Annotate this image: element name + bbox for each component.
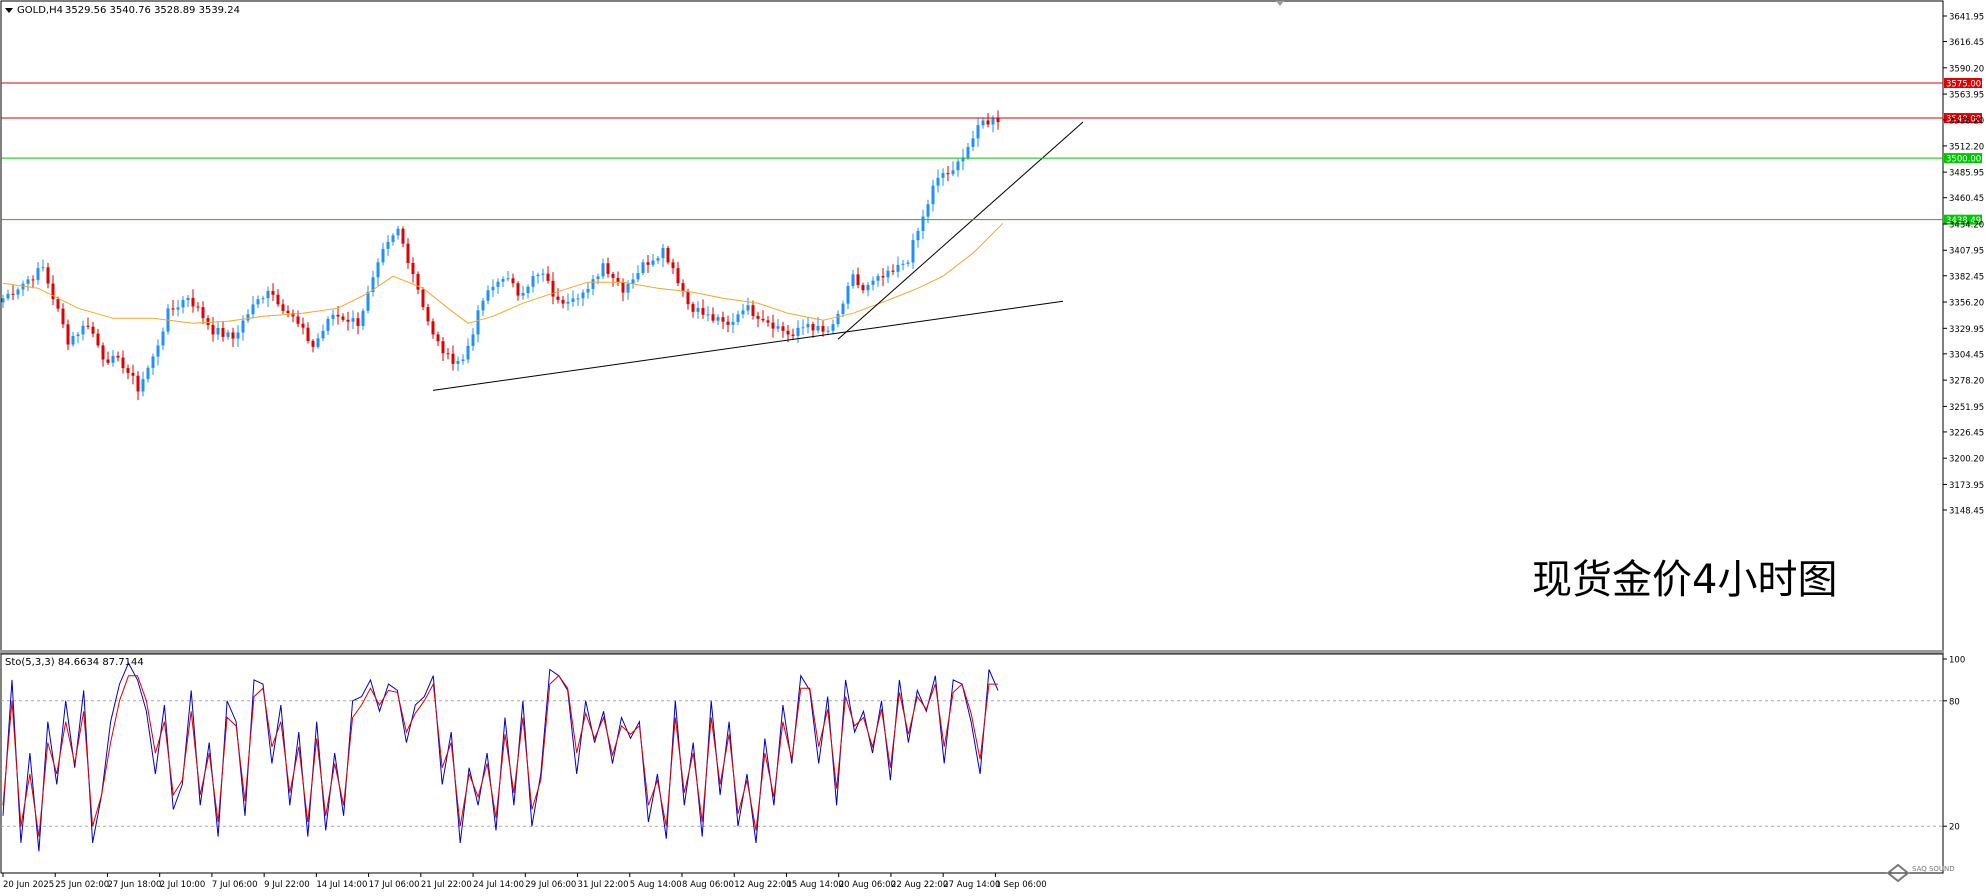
- time-tick-label: 27 Jun 18:00: [107, 880, 161, 890]
- candle: [421, 287, 425, 311]
- price-tick-label: 3173.95: [1949, 481, 1984, 491]
- time-tick-label: 7 Jul 06:00: [212, 880, 258, 890]
- ohlc-readout: 3529.56 3540.76 3528.89 3539.24: [65, 5, 240, 16]
- time-tick-label: 9 Jul 22:00: [264, 880, 310, 890]
- price-tick-label: 3329.95: [1949, 325, 1984, 335]
- stochastic-tick-label: 20: [1949, 823, 1960, 833]
- time-tick-label: 1 Sep 06:00: [995, 880, 1046, 890]
- candle: [666, 245, 670, 265]
- time-tick-label: 12 Aug 22:00: [734, 880, 791, 890]
- stochastic-tick-label: 100: [1949, 656, 1965, 666]
- price-tick-label: 3590.20: [1949, 64, 1984, 74]
- price-tick-label: 3485.95: [1949, 169, 1984, 179]
- price-tick-label: 3512.20: [1949, 142, 1984, 152]
- time-tick-label: 31 Jul 22:00: [578, 880, 629, 890]
- time-tick-label: 17 Jul 06:00: [369, 880, 420, 890]
- stochastic-label: Sto(5,3,3) 84.6634 87.7144: [5, 657, 144, 668]
- price-chart[interactable]: 3575.003540.003500.003438.49 3641.953616…: [0, 0, 1986, 896]
- stochastic-tick-label: 80: [1949, 697, 1960, 707]
- time-tick-label: 2 Jul 10:00: [160, 880, 206, 890]
- price-tick-label: 3278.20: [1949, 377, 1984, 387]
- brand-text: SAQ SOUND: [1912, 865, 1955, 873]
- candle: [166, 304, 170, 335]
- chart-watermark: 现货金价4小时图: [1532, 557, 1837, 603]
- price-tick-label: 3563.95: [1949, 91, 1984, 101]
- time-tick-label: 14 Jul 14:00: [316, 880, 367, 890]
- price-tick-label: 3460.45: [1949, 194, 1984, 204]
- price-tick-label: 3407.95: [1949, 247, 1984, 257]
- time-tick-label: 24 Jul 14:00: [473, 880, 524, 890]
- pane-separator[interactable]: [0, 650, 1944, 654]
- time-tick-label: 15 Aug 14:00: [786, 880, 843, 890]
- level-tag-text: 3500.00: [1946, 155, 1981, 165]
- time-tick-label: 5 Aug 14:00: [630, 880, 682, 890]
- time-tick-label: 29 Jul 06:00: [525, 880, 576, 890]
- price-tick-label: 3304.45: [1949, 350, 1984, 360]
- price-tick-label: 3148.45: [1949, 507, 1984, 517]
- time-tick-label: 20 Aug 06:00: [839, 880, 896, 890]
- time-tick-label: 21 Jul 22:00: [421, 880, 472, 890]
- level-tag-text: 3575.00: [1946, 80, 1981, 90]
- price-tick-label: 3616.45: [1949, 38, 1984, 48]
- price-tick-label: 3538.20: [1949, 116, 1984, 126]
- price-tick-label: 3200.20: [1949, 455, 1984, 465]
- time-tick-label: 8 Aug 06:00: [682, 880, 734, 890]
- price-tick-label: 3251.95: [1949, 403, 1984, 413]
- time-tick-label: 22 Aug 22:00: [891, 880, 948, 890]
- time-tick-label: 27 Aug 14:00: [943, 880, 1000, 890]
- price-tick-label: 3382.45: [1949, 272, 1984, 282]
- symbol-label: GOLD,H4: [17, 5, 63, 16]
- time-tick-label: 20 Jun 2025: [3, 880, 54, 890]
- time-tick-label: 25 Jun 02:00: [55, 880, 109, 890]
- price-tick-label: 3356.20: [1949, 299, 1984, 309]
- chart-background: [0, 0, 1986, 896]
- price-tick-label: 3434.20: [1949, 220, 1984, 230]
- price-tick-label: 3641.95: [1949, 13, 1984, 23]
- price-tick-label: 3226.45: [1949, 428, 1984, 438]
